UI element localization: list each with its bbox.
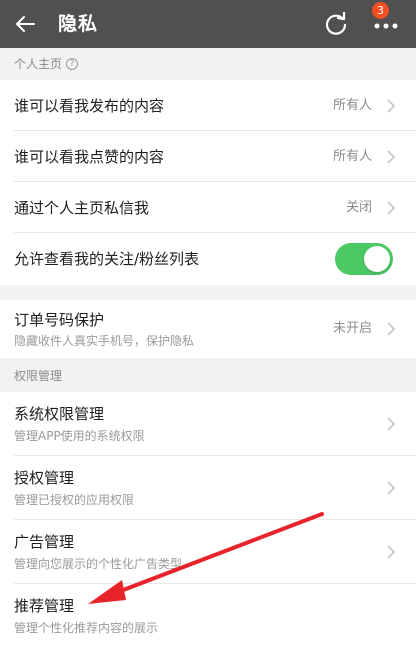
row-value: 关闭 bbox=[345, 200, 372, 215]
row-label: 授权管理 bbox=[14, 469, 75, 487]
row-label: 谁可以看我点赞的内容 bbox=[14, 148, 165, 166]
row-subtitle: 管理APP使用的系统权限 bbox=[14, 429, 145, 443]
chevron-right-icon bbox=[387, 150, 396, 164]
top-bar: 隐私 3 bbox=[0, 0, 416, 48]
row-label: 订单号码保护 bbox=[14, 311, 105, 329]
row-label: 推荐管理 bbox=[14, 597, 75, 615]
row-who-can-see-posts[interactable]: 谁可以看我发布的内容 所有人 bbox=[0, 80, 416, 131]
row-label: 系统权限管理 bbox=[14, 405, 105, 423]
toggle-knob bbox=[364, 246, 390, 272]
notification-badge: 3 bbox=[372, 2, 389, 19]
row-ad-management[interactable]: 广告管理 管理向您展示的个性化广告类型 bbox=[0, 520, 416, 584]
section-title: 权限管理 bbox=[14, 369, 63, 383]
row-subtitle: 管理个性化推荐内容的展示 bbox=[14, 621, 159, 635]
follow-list-toggle[interactable] bbox=[335, 243, 393, 275]
order-protection-group: 订单号码保护 隐藏收件人真实手机号，保护隐私 未开启 bbox=[0, 300, 416, 358]
permissions-group: 系统权限管理 管理APP使用的系统权限 授权管理 管理已授权的应用权限 广告管理… bbox=[0, 392, 416, 656]
back-button[interactable] bbox=[12, 11, 38, 37]
row-recommendation-management[interactable]: 推荐管理 管理个性化推荐内容的展示 bbox=[0, 584, 416, 656]
row-label: 通过个人主页私信我 bbox=[14, 199, 150, 217]
row-value: 所有人 bbox=[332, 149, 372, 164]
row-value: 所有人 bbox=[332, 98, 372, 113]
refresh-button[interactable] bbox=[322, 10, 350, 38]
chevron-right-icon bbox=[387, 417, 396, 431]
row-value: 未开启 bbox=[332, 321, 372, 336]
row-label: 谁可以看我发布的内容 bbox=[14, 97, 165, 115]
chevron-right-icon bbox=[387, 99, 396, 113]
chevron-right-icon bbox=[387, 481, 396, 495]
row-label: 广告管理 bbox=[14, 533, 75, 551]
row-subtitle: 管理向您展示的个性化广告类型 bbox=[14, 557, 183, 571]
row-subtitle: 管理已授权的应用权限 bbox=[14, 493, 135, 507]
row-system-permissions[interactable]: 系统权限管理 管理APP使用的系统权限 bbox=[0, 392, 416, 456]
section-label-permissions: 权限管理 bbox=[14, 368, 62, 384]
row-profile-messages[interactable]: 通过个人主页私信我 关闭 bbox=[0, 182, 416, 233]
section-title: 个人主页 bbox=[14, 57, 63, 71]
row-label: 允许查看我的关注/粉丝列表 bbox=[14, 250, 200, 268]
personal-settings-group: 谁可以看我发布的内容 所有人 谁可以看我点赞的内容 所有人 通过个人主页私信我 … bbox=[0, 80, 416, 285]
help-icon[interactable]: ? bbox=[66, 58, 79, 70]
chevron-right-icon bbox=[387, 322, 396, 336]
refresh-icon bbox=[325, 11, 347, 35]
row-allow-follow-list: 允许查看我的关注/粉丝列表 bbox=[0, 233, 416, 285]
row-subtitle: 隐藏收件人真实手机号，保护隐私 bbox=[14, 334, 195, 348]
row-who-can-see-likes[interactable]: 谁可以看我点赞的内容 所有人 bbox=[0, 131, 416, 182]
arrow-left-icon bbox=[16, 16, 35, 32]
row-authorization-management[interactable]: 授权管理 管理已授权的应用权限 bbox=[0, 456, 416, 520]
row-order-number-protection[interactable]: 订单号码保护 隐藏收件人真实手机号，保护隐私 未开启 bbox=[0, 300, 416, 358]
page-title: 隐私 bbox=[58, 13, 99, 35]
section-label-personal: 个人主页 ? bbox=[14, 56, 79, 72]
chevron-right-icon bbox=[387, 201, 396, 215]
chevron-right-icon bbox=[387, 545, 396, 559]
